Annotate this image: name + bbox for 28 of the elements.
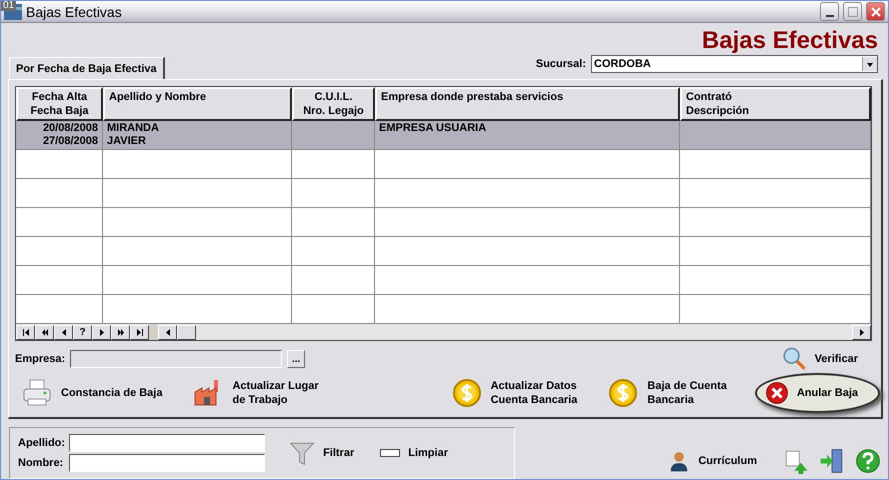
table-cell: MIRANDA JAVIER <box>103 121 292 150</box>
column-header[interactable]: Fecha Alta Fecha Baja <box>16 87 103 121</box>
column-header[interactable]: Apellido y Nombre <box>103 87 292 121</box>
column-header[interactable]: C.U.I.L. Nro. Legajo <box>292 87 375 121</box>
table-cell: EMPRESA USUARIA <box>375 121 680 150</box>
field-label: Apellido: <box>18 437 66 449</box>
empresa-label: Empresa: <box>15 353 66 365</box>
action-button[interactable]: Baja de Cuenta Bancaria <box>605 375 729 411</box>
help-button[interactable]: ? <box>73 324 92 340</box>
sucursal-dropdown[interactable]: CORDOBA <box>591 55 878 73</box>
window-badge: 01 <box>1 1 16 11</box>
action-button[interactable]: Constancia de Baja <box>19 375 164 411</box>
sucursal-label: Sucursal: <box>536 58 586 70</box>
verify-button[interactable]: Verificar <box>778 344 860 374</box>
action-button[interactable]: Actualizar Lugar de Trabajo <box>190 375 321 411</box>
window-title: Bajas Efectivas <box>26 4 122 20</box>
field-label: Nombre: <box>18 457 64 469</box>
filter-button[interactable]: Filtrar <box>287 438 356 468</box>
page-heading: Bajas Efectivas <box>702 26 879 55</box>
table-cell: 20/08/2008 27/08/2008 <box>16 121 103 150</box>
column-header[interactable]: Contrató Descripción <box>680 87 871 121</box>
action-button[interactable]: Anular Baja <box>754 373 880 413</box>
tab[interactable]: Por Fecha de Baja Efectiva <box>9 57 165 79</box>
browse-button[interactable]: ... <box>287 350 306 368</box>
curriculum-button[interactable]: Currículum <box>666 447 773 475</box>
column-header[interactable]: Empresa donde prestaba servicios <box>375 87 680 121</box>
action-button[interactable]: Actualizar Datos Cuenta Bancaria <box>448 375 580 411</box>
clear-button[interactable]: Limpiar <box>378 444 450 462</box>
